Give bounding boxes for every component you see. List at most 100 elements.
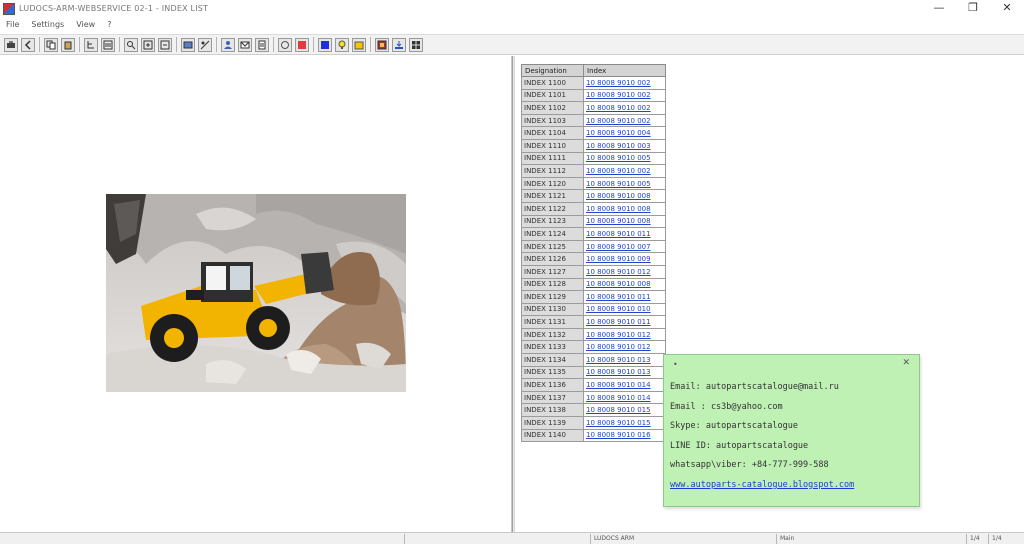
exit-icon[interactable] xyxy=(278,37,292,52)
back-icon[interactable] xyxy=(21,37,35,52)
copy-icon[interactable] xyxy=(44,37,58,52)
index-link[interactable]: 10 8008 9010 002 xyxy=(583,88,666,103)
table-row[interactable]: INDEX 1128 10 8008 9010 008 xyxy=(521,277,666,292)
table-row[interactable]: INDEX 1139 10 8008 9010 015 xyxy=(521,416,666,430)
tree-icon[interactable] xyxy=(84,37,98,52)
table-row[interactable]: INDEX 1110 10 8008 9010 003 xyxy=(521,138,666,153)
designation-cell[interactable]: INDEX 1139 xyxy=(521,416,584,430)
table-row[interactable]: INDEX 1131 10 8008 9010 011 xyxy=(521,315,666,329)
maximize-button[interactable]: ❐ xyxy=(956,0,990,17)
index-link[interactable]: 10 8008 9010 005 xyxy=(583,151,666,166)
download-icon[interactable] xyxy=(392,37,406,52)
designation-cell[interactable]: INDEX 1134 xyxy=(521,353,584,367)
minimize-button[interactable]: — xyxy=(922,0,956,17)
table-row[interactable]: INDEX 1102 10 8008 9010 002 xyxy=(521,101,666,115)
designation-cell[interactable]: INDEX 1138 xyxy=(521,403,584,418)
index-link[interactable]: 10 8008 9010 002 xyxy=(583,164,666,178)
index-link[interactable]: 10 8008 9010 011 xyxy=(583,227,666,241)
index-link[interactable]: 10 8008 9010 016 xyxy=(583,428,666,443)
table-row[interactable]: INDEX 1140 10 8008 9010 016 xyxy=(521,428,666,443)
lightbulb-icon[interactable] xyxy=(335,37,349,52)
designation-cell[interactable]: INDEX 1128 xyxy=(521,277,584,292)
table-row[interactable]: INDEX 1125 10 8008 9010 007 xyxy=(521,239,666,254)
table-row[interactable]: INDEX 1132 10 8008 9010 012 xyxy=(521,327,666,342)
search-icon[interactable] xyxy=(124,37,138,52)
table-row[interactable]: INDEX 1127 10 8008 9010 012 xyxy=(521,264,666,279)
table-row[interactable]: INDEX 1111 10 8008 9010 005 xyxy=(521,151,666,166)
table-row[interactable]: INDEX 1129 10 8008 9010 011 xyxy=(521,290,666,304)
designation-cell[interactable]: INDEX 1137 xyxy=(521,390,584,405)
zoom-out-icon[interactable] xyxy=(158,37,172,52)
star-icon[interactable] xyxy=(352,37,366,52)
designation-cell[interactable]: INDEX 1124 xyxy=(521,227,584,241)
index-link[interactable]: 10 8008 9010 002 xyxy=(583,76,666,90)
column-header-index[interactable]: Index xyxy=(583,64,666,77)
designation-cell[interactable]: INDEX 1104 xyxy=(521,126,584,140)
index-link[interactable]: 10 8008 9010 007 xyxy=(583,239,666,254)
menu-settings[interactable]: Settings xyxy=(25,20,70,29)
index-link[interactable]: 10 8008 9010 008 xyxy=(583,277,666,292)
index-link[interactable]: 10 8008 9010 015 xyxy=(583,416,666,430)
info-icon[interactable] xyxy=(255,37,269,52)
index-link[interactable]: 10 8008 9010 004 xyxy=(583,126,666,140)
index-link[interactable]: 10 8008 9010 011 xyxy=(583,315,666,329)
table-row[interactable]: INDEX 1121 10 8008 9010 008 xyxy=(521,189,666,203)
menu-help[interactable]: ? xyxy=(101,20,117,29)
designation-cell[interactable]: INDEX 1112 xyxy=(521,164,584,178)
book-icon[interactable] xyxy=(375,37,389,52)
index-link[interactable]: 10 8008 9010 011 xyxy=(583,290,666,304)
square-blue-icon[interactable] xyxy=(318,37,332,52)
table-row[interactable]: INDEX 1126 10 8008 9010 009 xyxy=(521,252,666,266)
designation-cell[interactable]: INDEX 1101 xyxy=(521,88,584,103)
table-row[interactable]: INDEX 1124 10 8008 9010 011 xyxy=(521,227,666,241)
table-row[interactable]: INDEX 1112 10 8008 9010 002 xyxy=(521,164,666,178)
fit-icon[interactable] xyxy=(181,37,195,52)
stop-icon[interactable] xyxy=(295,37,309,52)
designation-cell[interactable]: INDEX 1103 xyxy=(521,113,584,128)
zoom-in-icon[interactable] xyxy=(141,37,155,52)
designation-cell[interactable]: INDEX 1131 xyxy=(521,315,584,329)
designation-cell[interactable]: INDEX 1100 xyxy=(521,76,584,90)
table-row[interactable]: INDEX 1133 10 8008 9010 012 xyxy=(521,340,666,355)
designation-cell[interactable]: INDEX 1123 xyxy=(521,214,584,229)
table-row[interactable]: INDEX 1138 10 8008 9010 015 xyxy=(521,403,666,418)
index-link[interactable]: 10 8008 9010 012 xyxy=(583,264,666,279)
designation-cell[interactable]: INDEX 1133 xyxy=(521,340,584,355)
table-row[interactable]: INDEX 1120 10 8008 9010 005 xyxy=(521,176,666,191)
table-row[interactable]: INDEX 1104 10 8008 9010 004 xyxy=(521,126,666,140)
index-link[interactable]: 10 8008 9010 014 xyxy=(583,390,666,405)
print-icon[interactable] xyxy=(4,37,18,52)
designation-cell[interactable]: INDEX 1110 xyxy=(521,138,584,153)
designation-cell[interactable]: INDEX 1102 xyxy=(521,101,584,115)
designation-cell[interactable]: INDEX 1121 xyxy=(521,189,584,203)
table-row[interactable]: INDEX 1137 10 8008 9010 014 xyxy=(521,390,666,405)
designation-cell[interactable]: INDEX 1120 xyxy=(521,176,584,191)
table-row[interactable]: INDEX 1135 10 8008 9010 013 xyxy=(521,365,666,380)
designation-cell[interactable]: INDEX 1126 xyxy=(521,252,584,266)
index-link[interactable]: 10 8008 9010 013 xyxy=(583,365,666,380)
designation-cell[interactable]: INDEX 1135 xyxy=(521,365,584,380)
paste-icon[interactable] xyxy=(61,37,75,52)
index-link[interactable]: 10 8008 9010 009 xyxy=(583,252,666,266)
table-row[interactable]: INDEX 1134 10 8008 9010 013 xyxy=(521,353,666,367)
index-link[interactable]: 10 8008 9010 003 xyxy=(583,138,666,153)
designation-cell[interactable]: INDEX 1140 xyxy=(521,428,584,443)
menu-view[interactable]: View xyxy=(70,20,101,29)
designation-cell[interactable]: INDEX 1136 xyxy=(521,378,584,392)
index-link[interactable]: 10 8008 9010 005 xyxy=(583,176,666,191)
index-link[interactable]: 10 8008 9010 013 xyxy=(583,353,666,367)
designation-cell[interactable]: INDEX 1129 xyxy=(521,290,584,304)
designation-cell[interactable]: INDEX 1122 xyxy=(521,201,584,216)
designation-cell[interactable]: INDEX 1125 xyxy=(521,239,584,254)
table-row[interactable]: INDEX 1136 10 8008 9010 014 xyxy=(521,378,666,392)
table-row[interactable]: INDEX 1122 10 8008 9010 008 xyxy=(521,201,666,216)
column-header-designation[interactable]: Designation xyxy=(521,64,584,77)
index-link[interactable]: 10 8008 9010 015 xyxy=(583,403,666,418)
index-link[interactable]: 10 8008 9010 002 xyxy=(583,101,666,115)
table-row[interactable]: INDEX 1100 10 8008 9010 002 xyxy=(521,76,666,90)
index-link[interactable]: 10 8008 9010 008 xyxy=(583,214,666,229)
popup-close-button[interactable]: ✕ xyxy=(902,358,910,368)
designation-cell[interactable]: INDEX 1127 xyxy=(521,264,584,279)
designation-cell[interactable]: INDEX 1111 xyxy=(521,151,584,166)
person-icon[interactable] xyxy=(221,37,235,52)
